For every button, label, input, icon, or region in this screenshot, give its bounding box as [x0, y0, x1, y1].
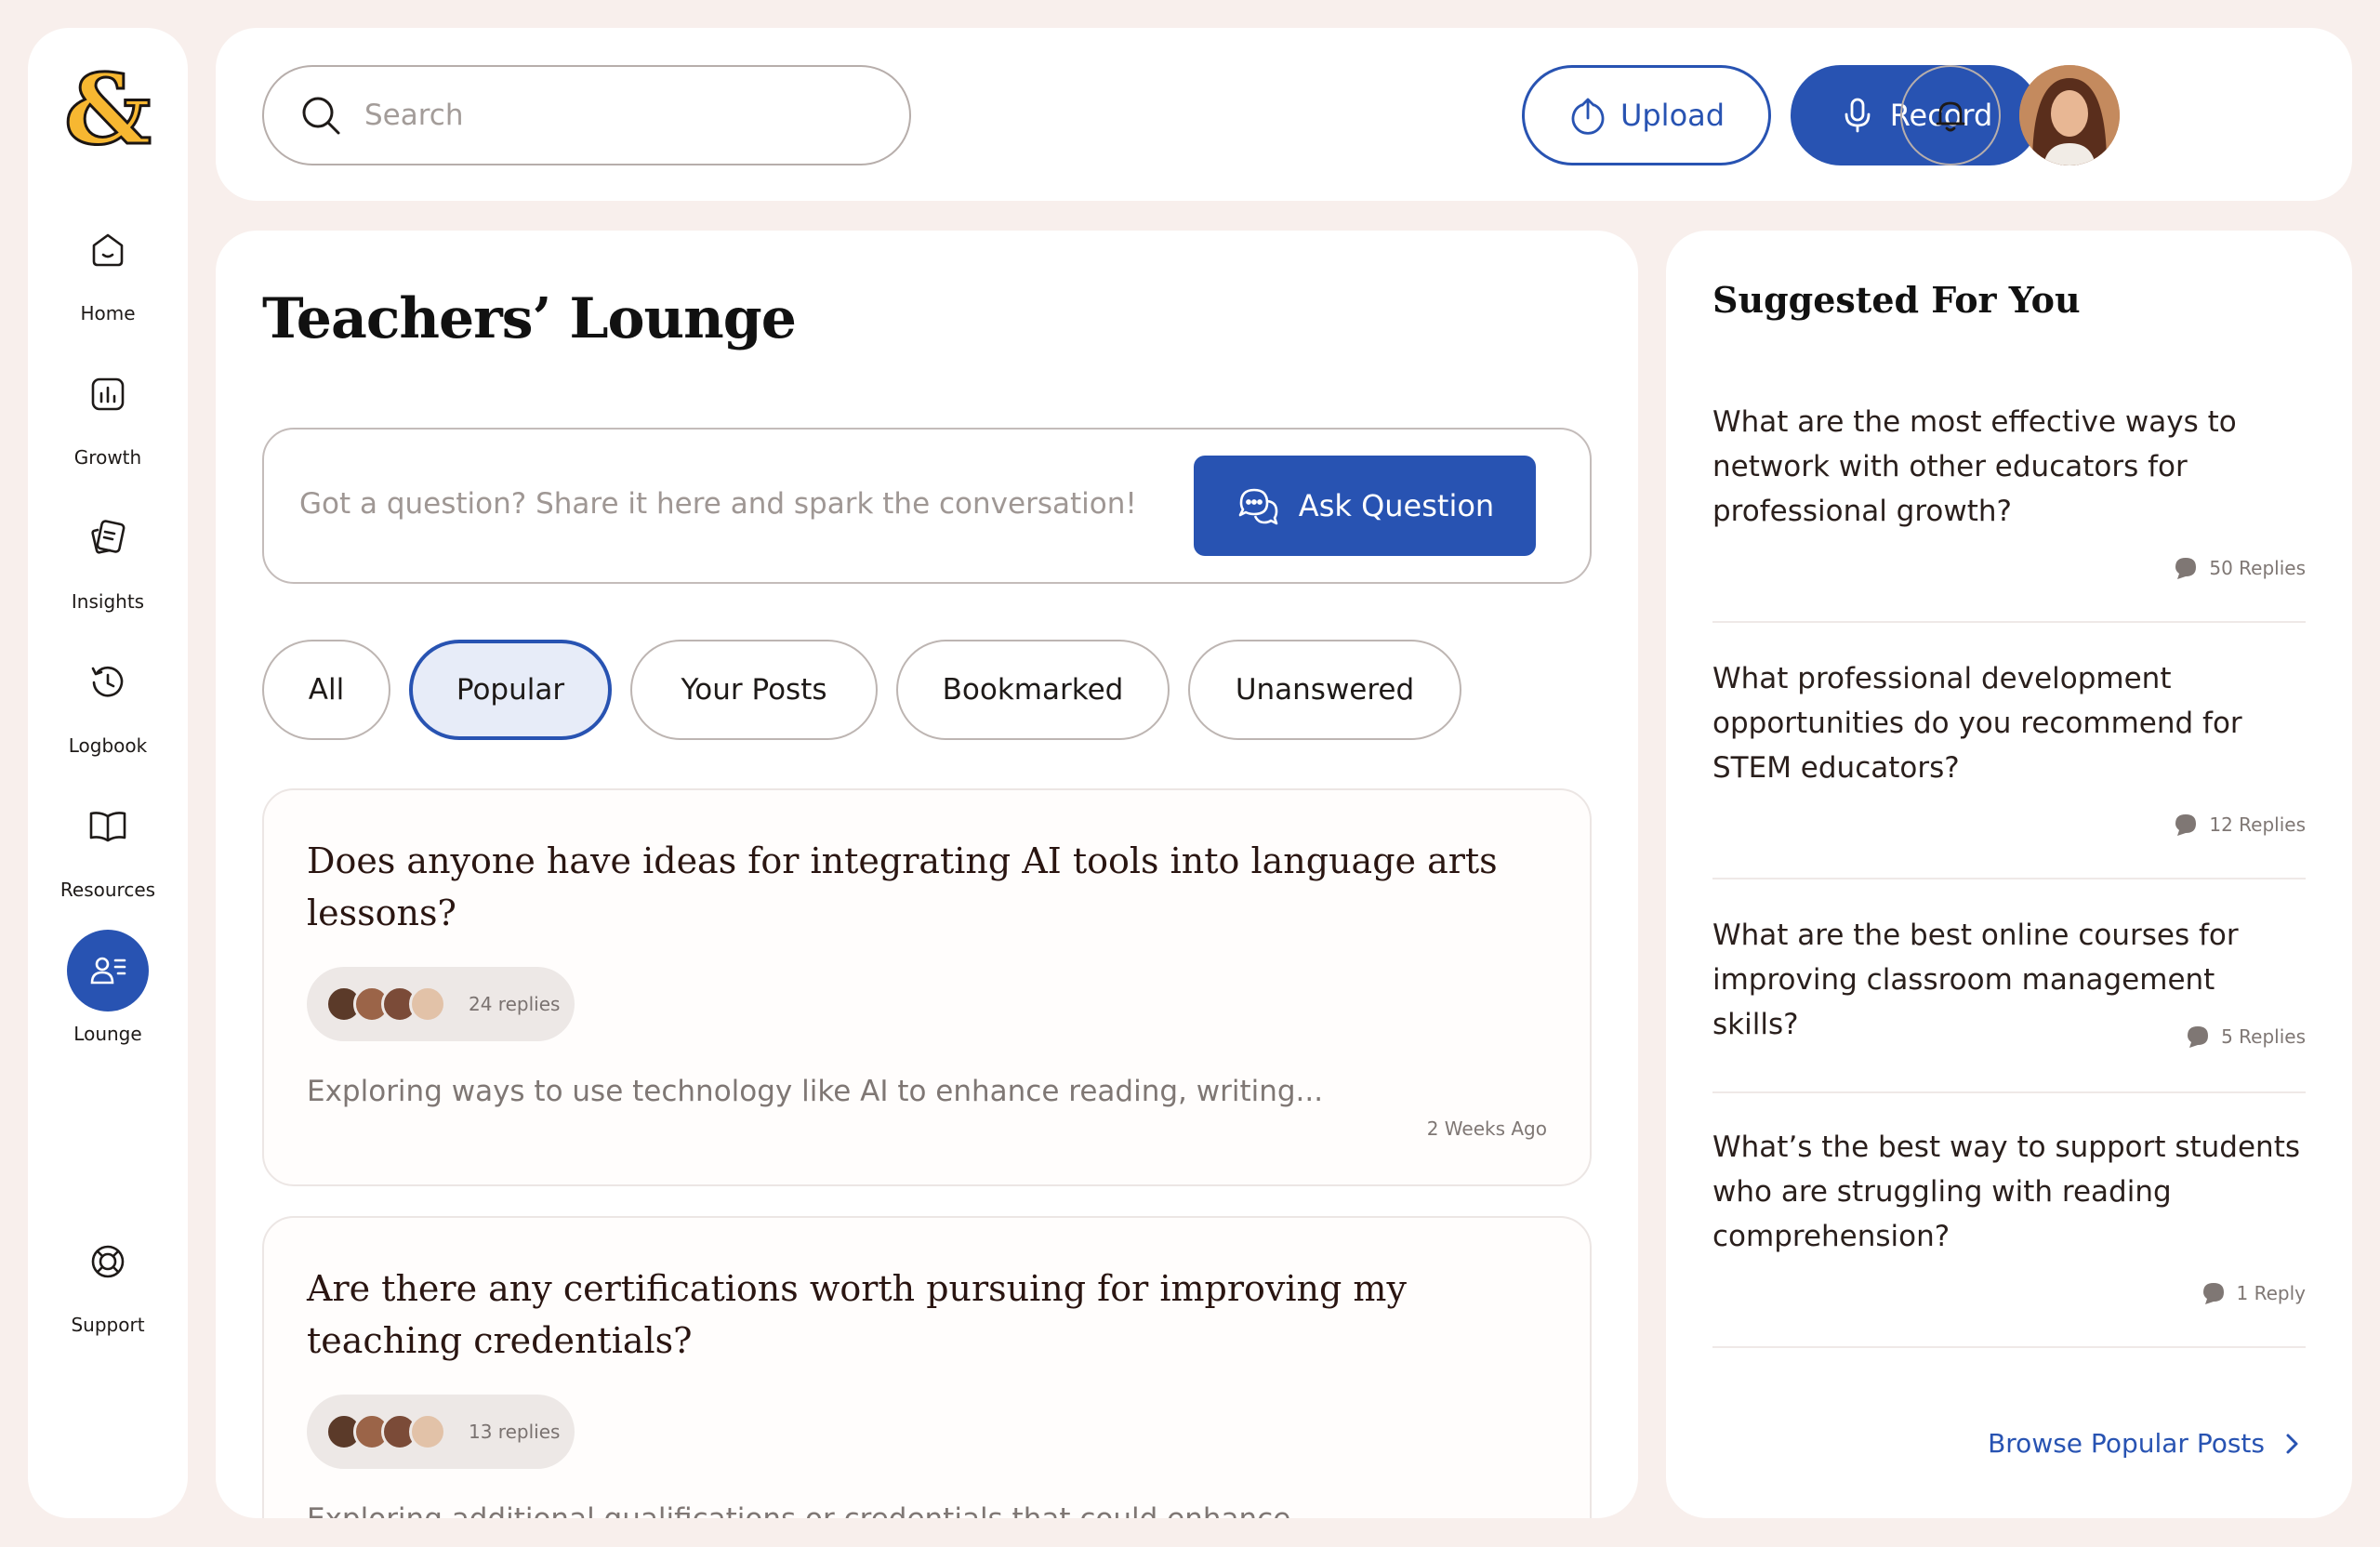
- question-input[interactable]: [299, 476, 1173, 532]
- app-logo[interactable]: &: [61, 51, 154, 168]
- chart-icon: [67, 353, 149, 435]
- sidebar-item-lounge[interactable]: Lounge: [28, 930, 188, 1060]
- suggested-replies: 50 Replies: [2172, 554, 2306, 582]
- post-excerpt: Exploring ways to use technology like AI…: [307, 1075, 1324, 1108]
- top-bar: Upload Record: [216, 28, 2352, 201]
- cards-icon: [67, 497, 149, 579]
- suggested-item[interactable]: What’s the best way to support students …: [1712, 1125, 2306, 1348]
- browse-popular-posts-link[interactable]: Browse Popular Posts: [1988, 1428, 2306, 1459]
- post-title[interactable]: Are there any certifications worth pursu…: [307, 1263, 1534, 1367]
- suggested-replies: 5 Replies: [2184, 1023, 2306, 1051]
- ampersand-logo-icon: &: [64, 65, 152, 158]
- ask-question-label: Ask Question: [1298, 488, 1495, 523]
- microphone-icon: [1844, 98, 1871, 133]
- replies-pill[interactable]: 13 replies: [307, 1395, 575, 1469]
- post-card[interactable]: Does anyone have ideas for integrating A…: [262, 788, 1592, 1186]
- suggested-replies: 12 Replies: [2172, 811, 2306, 839]
- upload-button[interactable]: Upload: [1522, 65, 1771, 165]
- filter-popular[interactable]: Popular: [409, 640, 612, 740]
- suggested-title: Suggested For You: [1712, 279, 2081, 321]
- page-title: Teachers’ Lounge: [262, 286, 797, 351]
- sidebar-item-resources[interactable]: Resources: [28, 786, 188, 916]
- suggested-item[interactable]: What professional development opportunit…: [1712, 656, 2306, 879]
- suggested-panel: Suggested For You What are the most effe…: [1666, 231, 2352, 1518]
- filter-unanswered[interactable]: Unanswered: [1188, 640, 1461, 740]
- chat-icon: [2202, 1283, 2224, 1304]
- lifebuoy-icon: [67, 1221, 149, 1302]
- sidebar-item-growth[interactable]: Growth: [28, 353, 188, 483]
- sidebar-item-label: Insights: [71, 590, 145, 613]
- clock-icon: [67, 641, 149, 723]
- avatar: [409, 985, 446, 1023]
- book-icon: [67, 786, 149, 867]
- ask-question-box: Ask Question: [262, 428, 1592, 584]
- search-input[interactable]: [364, 99, 885, 132]
- user-avatar[interactable]: [2019, 65, 2120, 165]
- post-timestamp: 2 Weeks Ago: [1426, 1117, 1547, 1140]
- reply-count: 24 replies: [469, 993, 561, 1015]
- chat-icon: [2188, 1026, 2209, 1048]
- reply-avatars: [325, 1413, 446, 1450]
- filter-your-posts[interactable]: Your Posts: [630, 640, 878, 740]
- ask-question-button[interactable]: Ask Question: [1194, 456, 1536, 556]
- sidebar-item-label: Resources: [60, 879, 156, 901]
- avatar: [409, 1413, 446, 1450]
- notifications-button[interactable]: [1900, 65, 2001, 165]
- sidebar-item-label: Home: [80, 302, 136, 324]
- sidebar-item-home[interactable]: Home: [28, 209, 188, 339]
- bell-icon: [1936, 101, 1965, 132]
- suggested-question[interactable]: What professional development opportunit…: [1712, 656, 2306, 790]
- upload-icon: [1571, 98, 1605, 135]
- sidebar-item-label: Logbook: [68, 734, 148, 757]
- sidebar-item-support[interactable]: Support: [28, 1221, 188, 1351]
- chevron-right-icon: [2286, 1434, 2298, 1453]
- sidebar-item-logbook[interactable]: Logbook: [28, 641, 188, 772]
- suggested-item[interactable]: What are the best online courses for imp…: [1712, 913, 2306, 1093]
- post-title[interactable]: Does anyone have ideas for integrating A…: [307, 835, 1534, 939]
- sidebar-item-insights[interactable]: Insights: [28, 497, 188, 628]
- sidebar: & Home Growth Insights Logbook Resources…: [28, 28, 188, 1518]
- sidebar-item-label: Support: [71, 1314, 145, 1336]
- browse-label: Browse Popular Posts: [1988, 1428, 2265, 1459]
- lounge-panel: Teachers’ Lounge Ask Question All Popula…: [216, 231, 1638, 1518]
- upload-label: Upload: [1620, 98, 1726, 133]
- search-icon: [302, 97, 340, 135]
- suggested-item[interactable]: What are the most effective ways to netw…: [1712, 400, 2306, 623]
- search-bar[interactable]: [262, 65, 911, 165]
- replies-pill[interactable]: 24 replies: [307, 967, 575, 1041]
- sidebar-item-label: Growth: [73, 446, 142, 469]
- home-icon: [67, 209, 149, 291]
- reply-count: 13 replies: [469, 1421, 561, 1443]
- suggested-question[interactable]: What are the most effective ways to netw…: [1712, 400, 2306, 534]
- chat-bubbles-icon: [1238, 488, 1278, 525]
- filter-bookmarked[interactable]: Bookmarked: [896, 640, 1170, 740]
- post-excerpt: Exploring additional qualifications or c…: [307, 1502, 1318, 1518]
- people-icon: [67, 930, 149, 1012]
- suggested-question[interactable]: What’s the best way to support students …: [1712, 1125, 2306, 1259]
- post-card[interactable]: Are there any certifications worth pursu…: [262, 1216, 1592, 1518]
- chat-icon: [2175, 558, 2197, 579]
- suggested-replies: 1 Reply: [2200, 1279, 2306, 1307]
- reply-avatars: [325, 985, 446, 1023]
- chat-icon: [2175, 814, 2197, 836]
- sidebar-item-label: Lounge: [73, 1023, 142, 1045]
- filter-all[interactable]: All: [262, 640, 390, 740]
